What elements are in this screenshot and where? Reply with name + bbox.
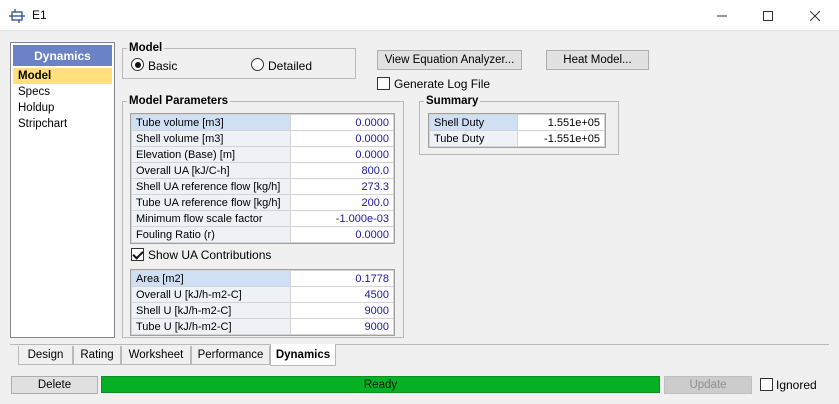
- table-row: Minimum flow scale factor -1.000e-03: [131, 210, 394, 227]
- summary-title: Summary: [424, 95, 481, 108]
- nav-item-holdup[interactable]: Holdup: [13, 100, 112, 116]
- param-value[interactable]: 0.0000: [290, 226, 394, 243]
- param-value[interactable]: 0.0000: [290, 114, 394, 131]
- summary-value: 1.551e+05: [517, 114, 605, 131]
- maximize-icon: [763, 10, 773, 21]
- ua-contributions-table: Area [m2] 0.1778 Overall U [kJ/h-m2-C] 4…: [130, 269, 395, 336]
- ua-label: Shell U [kJ/h-m2-C]: [131, 302, 291, 319]
- model-parameters-title: Model Parameters: [127, 95, 231, 108]
- nav-item-stripchart[interactable]: Stripchart: [13, 116, 112, 132]
- table-row: Shell UA reference flow [kg/h] 273.3: [131, 178, 394, 195]
- minimize-button[interactable]: [699, 0, 745, 31]
- basic-radio-label: Basic: [148, 59, 178, 73]
- delete-button[interactable]: Delete: [11, 376, 98, 394]
- table-row: Tube UA reference flow [kg/h] 200.0: [131, 194, 394, 211]
- tab-worksheet[interactable]: Worksheet: [121, 346, 191, 365]
- summary-label: Shell Duty: [429, 114, 518, 131]
- view-equation-analyzer-button[interactable]: View Equation Analyzer...: [377, 50, 522, 70]
- param-label: Overall UA [kJ/C-h]: [131, 162, 291, 179]
- tab-rating[interactable]: Rating: [73, 346, 121, 365]
- ua-label: Tube U [kJ/h-m2-C]: [131, 318, 291, 335]
- table-row: Area [m2] 0.1778: [131, 270, 394, 287]
- title-bar: E1: [0, 0, 839, 31]
- param-value[interactable]: 0.0000: [290, 130, 394, 147]
- ua-value[interactable]: 9000: [290, 318, 394, 335]
- maximize-button[interactable]: [745, 0, 791, 31]
- table-row: Shell U [kJ/h-m2-C] 9000: [131, 302, 394, 319]
- generate-log-label: Generate Log File: [394, 77, 491, 91]
- window-title: E1: [32, 8, 47, 22]
- ua-value[interactable]: 4500: [290, 286, 394, 303]
- detailed-radio[interactable]: [251, 58, 264, 71]
- table-row: Overall UA [kJ/C-h] 800.0: [131, 162, 394, 179]
- show-ua-label: Show UA Contributions: [148, 248, 272, 262]
- param-label: Tube volume [m3]: [131, 114, 291, 131]
- ua-value[interactable]: 0.1778: [290, 270, 394, 287]
- param-label: Minimum flow scale factor: [131, 210, 291, 227]
- status-bar: Ready: [101, 376, 660, 393]
- tab-divider: [10, 344, 829, 345]
- table-row: Elevation (Base) [m] 0.0000: [131, 146, 394, 163]
- param-value[interactable]: 800.0: [290, 162, 394, 179]
- param-label: Shell UA reference flow [kg/h]: [131, 178, 291, 195]
- table-row: Tube Duty -1.551e+05: [429, 130, 605, 147]
- param-label: Fouling Ratio (r): [131, 226, 291, 243]
- table-row: Tube volume [m3] 0.0000: [131, 114, 394, 131]
- show-ua-checkbox[interactable]: [131, 248, 144, 261]
- table-row: Overall U [kJ/h-m2-C] 4500: [131, 286, 394, 303]
- nav-item-specs[interactable]: Specs: [13, 84, 112, 100]
- update-button[interactable]: Update: [664, 376, 752, 394]
- table-row: Tube U [kJ/h-m2-C] 9000: [131, 318, 394, 335]
- basic-radio[interactable]: [131, 58, 144, 71]
- generate-log-checkbox[interactable]: [377, 77, 390, 90]
- param-label: Elevation (Base) [m]: [131, 146, 291, 163]
- heat-exchanger-icon: [9, 9, 25, 23]
- param-value[interactable]: 0.0000: [290, 146, 394, 163]
- ua-value[interactable]: 9000: [290, 302, 394, 319]
- heat-model-button[interactable]: Heat Model...: [546, 50, 649, 70]
- param-label: Tube UA reference flow [kg/h]: [131, 194, 291, 211]
- table-row: Fouling Ratio (r) 0.0000: [131, 226, 394, 243]
- summary-table: Shell Duty 1.551e+05 Tube Duty -1.551e+0…: [428, 113, 606, 148]
- ignored-label: Ignored: [776, 378, 817, 392]
- nav-header: Dynamics: [13, 45, 112, 66]
- tab-design[interactable]: Design: [18, 346, 73, 365]
- ua-label: Area [m2]: [131, 270, 291, 287]
- param-label: Shell volume [m3]: [131, 130, 291, 147]
- close-button[interactable]: [792, 0, 838, 31]
- nav-item-model[interactable]: Model: [13, 68, 112, 84]
- model-parameters-table: Tube volume [m3] 0.0000 Shell volume [m3…: [130, 113, 395, 244]
- minimize-icon: [717, 15, 727, 16]
- summary-label: Tube Duty: [429, 130, 518, 147]
- param-value[interactable]: -1.000e-03: [290, 210, 394, 227]
- tab-performance[interactable]: Performance: [191, 346, 270, 365]
- dynamics-nav-panel: Dynamics Model Specs Holdup Stripchart: [10, 42, 115, 338]
- close-icon: [810, 10, 820, 21]
- table-row: Shell Duty 1.551e+05: [429, 114, 605, 131]
- summary-value: -1.551e+05: [517, 130, 605, 147]
- ignored-checkbox[interactable]: [760, 378, 773, 391]
- param-value[interactable]: 273.3: [290, 178, 394, 195]
- param-value[interactable]: 200.0: [290, 194, 394, 211]
- model-group-title: Model: [127, 42, 165, 55]
- table-row: Shell volume [m3] 0.0000: [131, 130, 394, 147]
- tab-dynamics[interactable]: Dynamics: [270, 344, 336, 366]
- detailed-radio-label: Detailed: [268, 59, 313, 73]
- ua-label: Overall U [kJ/h-m2-C]: [131, 286, 291, 303]
